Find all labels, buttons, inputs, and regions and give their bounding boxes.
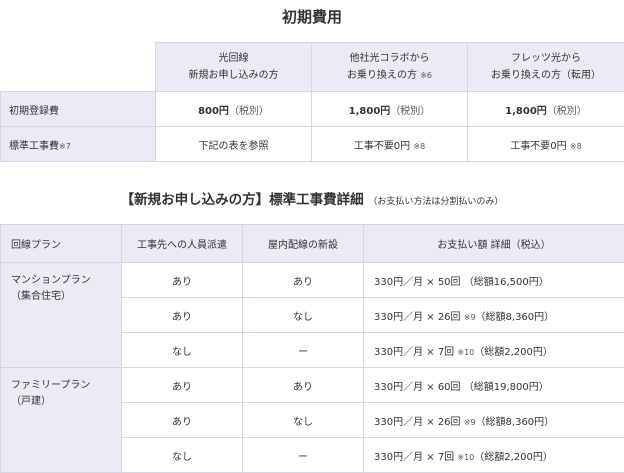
header-dispatch: 工事先への人員派遣 <box>121 224 243 263</box>
footnote-ref: ※10 <box>457 452 475 462</box>
plan-name: マンションプラン <box>11 275 91 286</box>
plan-type: （集合住宅） <box>11 291 71 302</box>
dispatch-cell: なし <box>121 332 243 368</box>
payment-method-note: （お支払い方法は分割払いのみ） <box>368 197 504 207</box>
fee-cell: 800円（税別） <box>155 91 312 127</box>
payment-total: （総額8,360円） <box>475 416 555 428</box>
fee-cell: 工事不要0円 ※8 <box>311 126 468 162</box>
row-label: 初期登録費 <box>9 105 59 117</box>
column-header-line1: 他社光コラボから <box>349 53 430 64</box>
fee-text: 工事不要0円 <box>353 140 411 152</box>
payment-total: （総額8,360円） <box>475 311 555 323</box>
payment-amount: 330円／月 × 7回 <box>374 346 455 358</box>
fee-amount: 800円 <box>198 105 229 117</box>
column-header-line1: フレッツ光から <box>511 53 581 64</box>
tax-note: （税別） <box>228 105 269 117</box>
tax-note: （税別） <box>546 105 587 117</box>
footnote-ref: ※8 <box>569 141 582 151</box>
table-row: 初期登録費 800円（税別） 1,800円（税別） 1,800円（税別） <box>0 91 624 127</box>
payment-total: （総額2,200円） <box>474 346 553 358</box>
wiring-cell: あり <box>242 367 364 403</box>
fee-amount: 1,800円 <box>505 105 547 117</box>
section-title: 【新規お申し込みの方】標準工事費詳細 <box>120 192 364 208</box>
dispatch-cell: あり <box>121 367 243 403</box>
tax-note: （税別） <box>390 105 431 117</box>
initial-fees-title: 初期費用 <box>281 8 342 26</box>
plan-family: ファミリープラン （戸建） <box>0 367 122 473</box>
column-header-line2: 新規お申し込みの方 <box>188 70 279 81</box>
payment-cell: 330円／月 × 26回 ※9（総額8,360円） <box>363 402 624 438</box>
column-header-collab-switch: 他社光コラボから お乗り換えの方 ※6 <box>311 42 468 92</box>
fee-cell: 工事不要0円 ※8 <box>467 126 624 162</box>
plan-name: ファミリープラン <box>11 380 91 391</box>
footnote-ref: ※8 <box>413 141 426 151</box>
corner-cell <box>0 42 156 92</box>
payment-total: （総額16,500円） <box>463 276 549 288</box>
footnote-ref: ※9 <box>463 312 476 322</box>
column-header-line1: 光回線 <box>218 53 249 64</box>
plan-mansion: マンションプラン （集合住宅） <box>0 262 122 368</box>
fee-cell: 1,800円（税別） <box>467 91 624 127</box>
header-plan: 回線プラン <box>0 224 122 263</box>
header-wiring: 屋内配線の新設 <box>242 224 364 263</box>
payment-cell: 330円／月 × 60回 （総額19,800円） <box>363 367 624 403</box>
header-payment: お支払い額 詳細（税込） <box>363 224 624 263</box>
payment-amount: 330円／月 × 26回 <box>374 416 461 428</box>
column-header-line2: お乗り換えの方 <box>347 70 417 81</box>
table-row: ファミリープラン （戸建） あり あり 330円／月 × 60回 （総額19,8… <box>0 367 624 473</box>
payment-amount: 330円／月 × 60回 <box>374 381 461 393</box>
payment-total: （総額19,800円） <box>463 381 549 393</box>
footnote-ref: ※9 <box>463 417 476 427</box>
plan-type: （戸建） <box>11 396 51 407</box>
wiring-cell: なし <box>242 402 364 438</box>
table-row: 標準工事費※7 下記の表を参照 工事不要0円 ※8 工事不要0円 ※8 <box>0 126 624 162</box>
payment-amount: 330円／月 × 26回 <box>374 311 461 323</box>
payment-cell: 330円／月 × 26回 ※9（総額8,360円） <box>363 297 624 333</box>
footnote-ref: ※7 <box>59 141 71 151</box>
footnote-ref: ※6 <box>420 71 432 80</box>
initial-fees-table: 光回線 新規お申し込みの方 他社光コラボから お乗り換えの方 ※6 フレッツ光か… <box>0 42 624 162</box>
fee-amount: 1,800円 <box>348 105 391 117</box>
row-label: 標準工事費 <box>9 140 59 152</box>
fee-text: 工事不要0円 <box>510 140 567 152</box>
construction-detail-title: 【新規お申し込みの方】標準工事費詳細 （お支払い方法は分割払いのみ） <box>0 188 624 208</box>
wiring-cell: なし <box>242 297 364 333</box>
footnote-ref: ※10 <box>457 347 475 357</box>
fee-text: 下記の表を参照 <box>198 140 269 152</box>
payment-cell: 330円／月 × 7回 ※10（総額2,200円） <box>363 437 624 473</box>
payment-total: （総額2,200円） <box>474 451 553 463</box>
fee-cell: 1,800円（税別） <box>311 91 468 127</box>
dispatch-cell: あり <box>121 297 243 333</box>
wiring-cell: ー <box>242 332 364 368</box>
row-header-registration-fee: 初期登録費 <box>0 91 156 127</box>
payment-amount: 330円／月 × 7回 <box>374 451 455 463</box>
payment-cell: 330円／月 × 7回 ※10（総額2,200円） <box>363 332 624 368</box>
wiring-cell: ー <box>242 437 364 473</box>
column-header-flets-transfer: フレッツ光から お乗り換えの方（転用） <box>467 42 624 92</box>
construction-detail-table: 回線プラン 工事先への人員派遣 屋内配線の新設 お支払い額 詳細（税込） マンシ… <box>0 224 624 473</box>
payment-cell: 330円／月 × 50回 （総額16,500円） <box>363 262 624 298</box>
row-header-construction-fee: 標準工事費※7 <box>0 126 156 162</box>
dispatch-cell: なし <box>121 437 243 473</box>
fee-cell: 下記の表を参照 <box>155 126 312 162</box>
column-header-new: 光回線 新規お申し込みの方 <box>155 42 312 92</box>
dispatch-cell: あり <box>121 262 243 298</box>
column-header-line2: お乗り換えの方（転用） <box>491 70 601 81</box>
dispatch-cell: あり <box>121 402 243 438</box>
table-row: マンションプラン （集合住宅） あり あり 330円／月 × 50回 （総額16… <box>0 262 624 368</box>
wiring-cell: あり <box>242 262 364 298</box>
payment-amount: 330円／月 × 50回 <box>374 276 461 288</box>
